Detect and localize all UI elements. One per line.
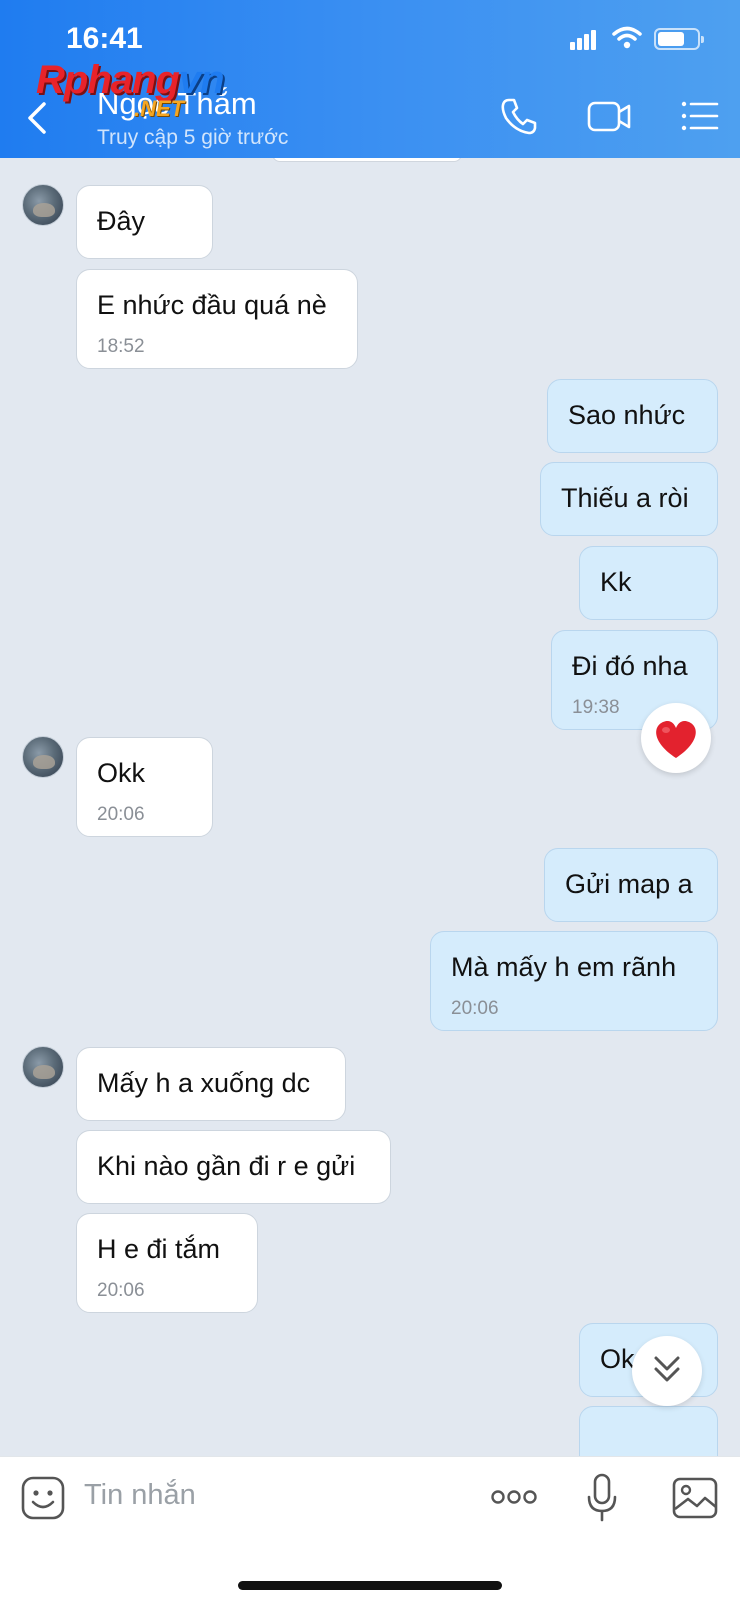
- contact-avatar[interactable]: [22, 1046, 64, 1088]
- message-bubble-outgoing[interactable]: Thiếu a ròi: [540, 462, 718, 536]
- battery-icon: [654, 28, 704, 50]
- message-time: 20:06: [97, 1280, 145, 1301]
- menu-list-icon[interactable]: [680, 96, 720, 136]
- message-bubble-incoming[interactable]: E nhức đầu quá nè 18:52: [76, 269, 358, 369]
- message-bubble-incoming[interactable]: Đây: [76, 185, 213, 259]
- message-text: Đi đó nha: [572, 651, 688, 681]
- sticker-icon[interactable]: [20, 1475, 66, 1521]
- message-bubble-outgoing[interactable]: Sao nhức: [547, 379, 718, 453]
- chat-header: 16:41 Ngọc Thắm Truy cập 5 giờ trước Rph…: [0, 0, 740, 158]
- message-text: Kk: [600, 567, 632, 597]
- contact-avatar[interactable]: [22, 736, 64, 778]
- message-time: 19:38: [572, 697, 620, 718]
- message-bubble-outgoing[interactable]: Gửi map a: [544, 848, 718, 922]
- back-icon[interactable]: [22, 98, 54, 138]
- message-bubble-incoming[interactable]: H e đi tắm 20:06: [76, 1213, 258, 1313]
- message-text: H e đi tắm: [97, 1234, 221, 1264]
- message-text: Mà mấy h em rãnh: [451, 952, 677, 982]
- home-indicator: [238, 1581, 502, 1590]
- contact-last-seen: Truy cập 5 giờ trước: [97, 126, 289, 149]
- message-input[interactable]: Tin nhắn: [84, 1479, 196, 1512]
- cellular-signal-icon: [570, 28, 602, 50]
- message-bubble-outgoing[interactable]: Kk: [579, 546, 718, 620]
- message-text: E nhức đầu quá nè: [97, 290, 327, 320]
- message-text: Khi nào gần đi r e gửi: [97, 1151, 356, 1181]
- contact-avatar[interactable]: [22, 184, 64, 226]
- message-text: Đây: [97, 206, 146, 236]
- message-text: Sao nhức: [568, 400, 686, 430]
- microphone-icon[interactable]: [585, 1473, 619, 1523]
- phone-icon[interactable]: [500, 96, 538, 136]
- wifi-icon: [612, 26, 642, 49]
- image-icon[interactable]: [672, 1477, 718, 1519]
- message-time: 18:52: [97, 336, 145, 357]
- video-call-icon[interactable]: [586, 96, 632, 136]
- message-text: Ok: [600, 1344, 635, 1374]
- message-bubble-outgoing-partial[interactable]: [579, 1406, 718, 1456]
- contact-name[interactable]: Ngọc Thắm: [97, 86, 257, 122]
- message-bubble-incoming[interactable]: Okk 20:06: [76, 737, 213, 837]
- more-icon[interactable]: [490, 1487, 538, 1507]
- heart-reaction-icon[interactable]: [641, 703, 711, 773]
- previous-message-edge: [272, 158, 462, 162]
- message-composer: Tin nhắn: [0, 1456, 740, 1600]
- scroll-to-bottom-button[interactable]: [632, 1336, 702, 1406]
- status-time: 16:41: [66, 22, 143, 55]
- message-text: Mấy h a xuống dc: [97, 1068, 311, 1098]
- message-bubble-incoming[interactable]: Khi nào gần đi r e gửi: [76, 1130, 391, 1204]
- message-list[interactable]: Đây E nhức đầu quá nè 18:52 Sao nhức Thi…: [0, 158, 740, 1456]
- message-bubble-outgoing[interactable]: Mà mấy h em rãnh 20:06: [430, 931, 718, 1031]
- message-bubble-incoming[interactable]: Mấy h a xuống dc: [76, 1047, 346, 1121]
- message-text: Thiếu a ròi: [561, 483, 689, 513]
- message-time: 20:06: [451, 998, 499, 1019]
- double-chevron-down-icon: [654, 1356, 680, 1382]
- message-text: Okk: [97, 758, 146, 788]
- message-text: Gửi map a: [565, 869, 693, 899]
- message-time: 20:06: [97, 804, 145, 825]
